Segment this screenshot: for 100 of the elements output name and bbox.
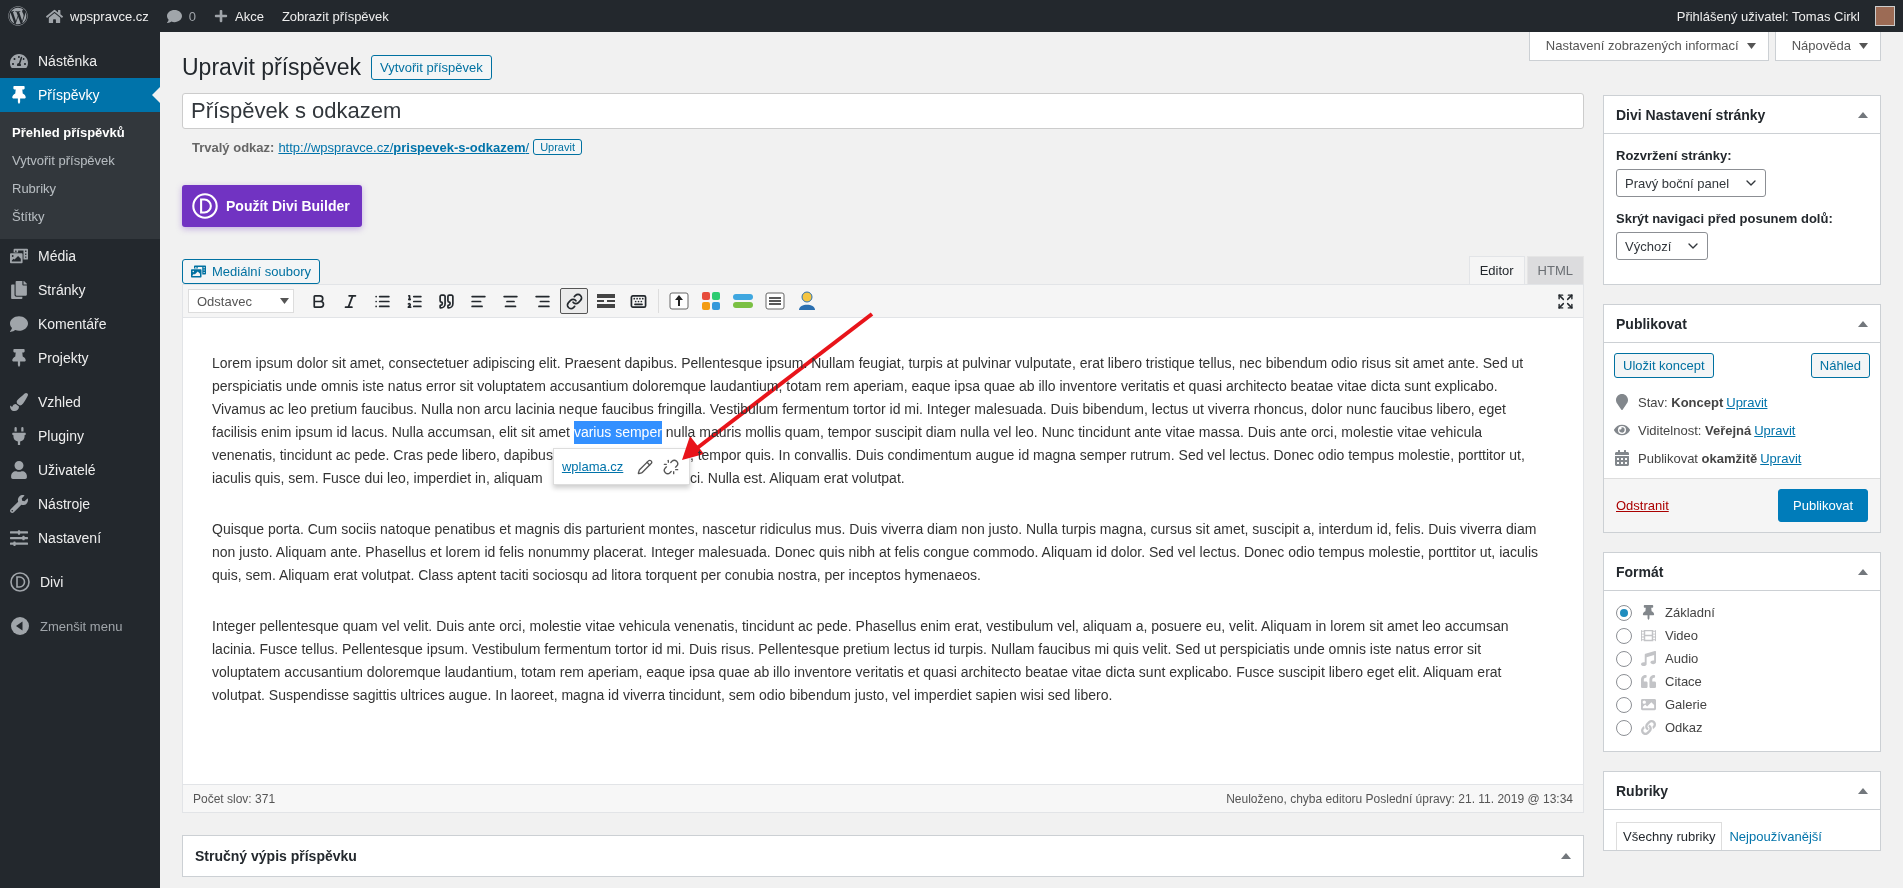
radio-button[interactable] xyxy=(1616,719,1632,736)
format-label: Odkaz xyxy=(1665,720,1703,735)
permalink-label: Trvalý odkaz: xyxy=(192,139,275,155)
menu-item[interactable]: Média xyxy=(0,239,160,273)
pin-icon xyxy=(10,349,28,367)
menu-item[interactable]: Komentáře xyxy=(0,307,160,341)
radio-button[interactable] xyxy=(1616,604,1632,621)
radio-button[interactable] xyxy=(1616,696,1632,713)
edit-link[interactable]: Upravit xyxy=(1754,422,1796,438)
dropdown-select[interactable]: Výchozí xyxy=(1616,232,1709,260)
comments-link[interactable]: 0 xyxy=(166,8,196,24)
publish-info: Publikovat okamžitě Upravit xyxy=(1638,450,1802,466)
fullscreen-icon xyxy=(1556,292,1574,310)
site-link[interactable]: wpspravce.cz xyxy=(46,7,149,25)
post-title-field[interactable]: Příspěvek s odkazem xyxy=(182,93,1584,129)
collapse-menu-icon xyxy=(10,616,30,636)
paragraph-text: non justo. Aliquam ante. Phasellus et lorem id felis nonummy placerat. Integer malesuada. Donec quis nibh at felis congue commodo. Aliquam id dolor. Sed vel lectus. Donec odio tempus molestie, porttitor ut, iaculis xyxy=(212,543,1539,562)
panel-title: Publikovat xyxy=(1616,315,1687,332)
preview-button[interactable]: Náhled xyxy=(1810,353,1870,378)
page-break-icon xyxy=(597,294,615,308)
format-select[interactable]: Odstavec xyxy=(188,289,294,313)
publish-button[interactable]: Publikovat xyxy=(1778,489,1868,522)
paragraph-text: voluptatem accusantium doloremque laudantium, totam rem aperiam, eaque ipsa quae ab illo inventore veritatis et quasi architecto beatae vitae dicta sunt explicabo. Fusce suscipit libero eget elit. Aliquam erat xyxy=(212,663,1502,682)
menu-item[interactable]: Nástroje xyxy=(0,487,160,521)
submenu-item[interactable]: Štítky xyxy=(0,203,160,231)
radio-button[interactable] xyxy=(1616,650,1632,667)
quote-icon xyxy=(437,292,455,310)
collapse-icon[interactable] xyxy=(1858,320,1868,327)
editor-tab[interactable]: HTML xyxy=(1526,256,1584,285)
color-bars-icon xyxy=(733,294,753,308)
image-icon xyxy=(1641,697,1656,712)
submenu-item[interactable]: Vytvořit příspěvek xyxy=(0,147,160,175)
dashboard-icon xyxy=(10,52,28,70)
radio-button[interactable] xyxy=(1616,673,1632,690)
save-draft-button[interactable]: Uložit koncept xyxy=(1614,353,1714,378)
divi-builder-button[interactable]: Použít Divi Builder xyxy=(182,185,362,227)
submenu-item[interactable]: Přehled příspěvků xyxy=(0,119,160,147)
unlink-icon xyxy=(663,458,680,475)
paragraph-text: lacinia. Fusce tellus. Pellentesque ipsum. Vestibulum fermentum tortor id mi. Duis risus. Pellentesque pretium lectus id turpis. Nullam faucibus mi quis velit. Sed ut perspiciatis unde omnis iste natus error sit xyxy=(212,640,1482,659)
view-post-link[interactable]: Zobrazit příspěvek xyxy=(281,8,389,24)
panel-title: Stručný výpis příspěvku xyxy=(195,848,357,864)
radio-button[interactable] xyxy=(1616,627,1632,644)
paragraph-text: venenatis, tincidunt ac pede. Cras pede libero, dapibus xyxy=(212,446,553,465)
edit-permalink-button[interactable]: Upravit xyxy=(533,139,582,155)
menu-item[interactable]: Nástěnka xyxy=(0,44,160,78)
link-url[interactable]: wplama.cz xyxy=(561,455,624,478)
word-count: Počet slov: 371 xyxy=(193,791,276,806)
menu-item[interactable]: Uživatelé xyxy=(0,453,160,487)
menu-item[interactable]: Nastavení xyxy=(0,521,160,555)
link-icon xyxy=(1641,720,1656,735)
menu-item[interactable]: Projekty xyxy=(0,341,160,375)
edit-link[interactable]: Upravit xyxy=(1726,394,1768,410)
format-label: Galerie xyxy=(1665,697,1707,712)
menu-item[interactable]: Stránky xyxy=(0,273,160,307)
home-icon xyxy=(46,7,63,25)
dropdown-select[interactable]: Pravý boční panel xyxy=(1616,169,1767,197)
paragraph-text: facilisis enim ipsum id lacus. Nulla accumsan, elit sit amet xyxy=(212,423,570,442)
pin-icon xyxy=(1641,605,1656,620)
submenu-item[interactable]: Rubriky xyxy=(0,175,160,203)
panel-title: Formát xyxy=(1616,563,1664,580)
upload-icon xyxy=(669,292,689,310)
caret-icon xyxy=(280,298,289,304)
menu-item[interactable]: Divi xyxy=(0,565,160,599)
category-tab[interactable]: Všechny rubriky xyxy=(1616,822,1723,850)
editor-tab[interactable]: Editor xyxy=(1468,256,1525,285)
panel-title: Divi Nastavení stránky xyxy=(1616,106,1766,123)
delete-link[interactable]: Odstranit xyxy=(1616,498,1669,513)
collapse-menu-link[interactable]: Zmenšit menu xyxy=(0,609,160,643)
film-icon xyxy=(1641,628,1656,643)
pencil-icon xyxy=(637,458,654,475)
paragraph-text: , tempor quis. In convallis. Duis condimentum augue id magna semper rutrum. Sed vel lectus. Donec odio tempus molestie, porttitor ut, xyxy=(689,446,1525,465)
permalink-link[interactable]: http://wpspravce.cz/prispevek-s-odkazem/ xyxy=(278,139,530,155)
category-tab[interactable]: Nejpoužívanější xyxy=(1722,822,1829,850)
unlink-button[interactable] xyxy=(663,458,680,475)
format-label: Video xyxy=(1665,628,1698,643)
screen-options-button[interactable]: Nápověda xyxy=(1774,32,1881,61)
menu-item[interactable]: Příspěvky xyxy=(0,78,160,112)
add-new-button[interactable]: Vytvořit příspěvek xyxy=(370,54,492,80)
person-icon xyxy=(798,291,816,311)
plus-icon xyxy=(214,9,228,23)
media-icon xyxy=(10,247,28,265)
menu-item[interactable]: Vzhled xyxy=(0,385,160,419)
selected-text: varius semper xyxy=(573,421,662,444)
collapse-icon[interactable] xyxy=(1561,853,1571,859)
link-button[interactable] xyxy=(560,288,588,314)
collapse-icon[interactable] xyxy=(1858,111,1868,118)
comment-icon xyxy=(166,8,182,24)
screen-options-button[interactable]: Nastavení zobrazených informací xyxy=(1528,32,1769,61)
menu-item[interactable]: Pluginy xyxy=(0,419,160,453)
collapse-icon[interactable] xyxy=(1858,568,1868,575)
edit-link[interactable]: Upravit xyxy=(1760,450,1802,466)
collapse-icon[interactable] xyxy=(1858,787,1868,794)
music-icon xyxy=(1641,651,1656,666)
user-account-link[interactable]: Přihlášený uživatel: Tomas Cirkl xyxy=(1676,6,1895,26)
edit-link-button[interactable] xyxy=(637,458,654,475)
logo-link[interactable] xyxy=(8,6,28,26)
wordpress-logo-icon xyxy=(8,6,28,26)
field-label: Rozvržení stránky: xyxy=(1616,148,1733,163)
new-link[interactable]: Akce xyxy=(214,8,264,24)
media-button[interactable]: Mediální soubory xyxy=(182,259,320,284)
